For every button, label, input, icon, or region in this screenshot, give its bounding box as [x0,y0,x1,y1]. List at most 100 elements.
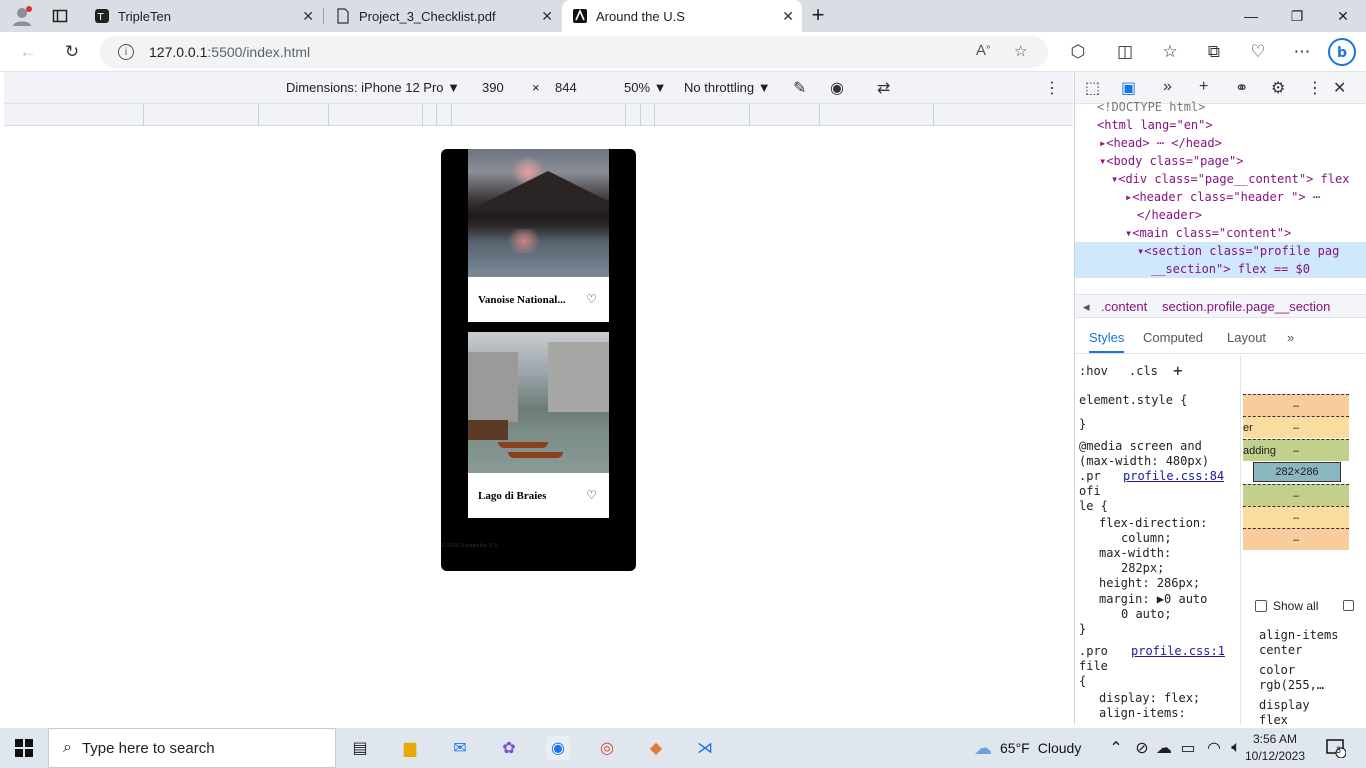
file-explorer-icon[interactable]: ▆ [398,736,422,760]
mail-icon[interactable]: ✉ [448,736,472,760]
breadcrumb-item[interactable]: section.profile.page__section [1162,299,1330,314]
card-photo-lago-di-braies[interactable] [468,332,609,473]
style-line[interactable]: height: 286px; [1099,576,1200,590]
copilot-tray-icon[interactable]: ⊘ [1130,736,1154,760]
breadcrumb-item[interactable]: .content [1101,299,1147,314]
connections-icon[interactable]: ⚭ [1235,78,1248,98]
read-aloud-icon[interactable]: A» [976,42,990,59]
more-options-icon[interactable]: ⋮ [1044,78,1060,98]
weather-widget[interactable]: ☁ 65°F Cloudy [974,728,1081,768]
box-padding-row[interactable]: – [1243,484,1349,506]
favorites-icon[interactable]: ☆ [1156,38,1184,66]
windows-start-icon[interactable] [12,736,36,760]
git-app-icon[interactable]: ◆ [644,736,668,760]
close-window-icon[interactable]: ✕ [1320,0,1366,32]
dom-line[interactable]: ▸<head> ⋯ </head> [1099,134,1222,152]
device-width-input[interactable]: 390 [482,80,504,95]
dom-line[interactable]: ▾<div class="page__content"> flex [1111,170,1349,188]
tab-project-checklist[interactable]: Project_3_Checklist.pdf ✕ [325,0,561,32]
show-all-checkbox[interactable] [1255,600,1267,612]
back-icon[interactable]: ← [14,38,42,66]
copilot-app-icon[interactable]: ✿ [497,736,521,760]
filter-hov-button[interactable]: :hov [1079,364,1108,378]
style-line[interactable]: align-items: [1099,706,1186,720]
dom-line[interactable]: ▸<header class="header "> ⋯ [1125,188,1320,206]
tab-tripleten[interactable]: T TripleTen ✕ [84,0,322,32]
computed-prop[interactable]: display [1259,698,1310,712]
box-border-row[interactable]: – [1243,506,1349,528]
style-line[interactable]: max-width: [1099,546,1171,560]
minimize-icon[interactable]: — [1228,0,1274,32]
dom-line[interactable]: <!DOCTYPE html> [1097,98,1205,116]
tab-layout[interactable]: Layout [1227,330,1266,345]
device-toggle-icon[interactable]: ▣ [1121,78,1136,98]
box-border-row[interactable]: er – [1243,416,1349,438]
dom-line[interactable]: ▾<main class="content"> [1125,224,1291,242]
eyedropper-icon[interactable]: ✎ [793,78,806,98]
clock[interactable]: 3:56 AM 10/12/2023 [1240,731,1310,765]
box-content[interactable]: 282×286 [1253,462,1341,482]
settings-gear-icon[interactable]: ⚙ [1271,78,1285,98]
add-tool-icon[interactable]: + [1199,78,1208,96]
rotate-icon[interactable]: ⇄ [877,78,890,98]
edge-icon[interactable]: ◉ [546,736,570,760]
restore-icon[interactable]: ❐ [1274,0,1320,32]
copilot-icon[interactable]: b [1328,38,1356,66]
new-tab-button[interactable]: + [806,2,830,27]
style-line[interactable]: margin: ▶0 auto [1099,592,1207,606]
task-view-icon[interactable]: ▤ [348,736,372,760]
zoom-select[interactable]: 50% ▼ [624,80,667,95]
favorite-star-icon[interactable]: ☆ [1014,42,1027,60]
more-tabs-icon[interactable]: » [1163,78,1172,96]
source-link[interactable]: profile.css:84 [1123,469,1224,483]
style-line[interactable]: column; [1121,531,1172,545]
tab-around-the-us[interactable]: Around the U.S ✕ [562,0,802,32]
dom-line-selected[interactable]: __section"> flex == $0 [1075,260,1366,278]
tab-styles[interactable]: Styles [1089,330,1125,353]
show-hidden-icons[interactable]: ⌃ [1104,736,1128,760]
profile-avatar-icon[interactable] [10,4,34,28]
group-checkbox[interactable] [1343,600,1354,611]
box-margin-row[interactable]: – [1243,528,1349,550]
collections-icon[interactable]: ⧉ [1200,38,1228,66]
computed-prop[interactable]: align-items [1259,628,1338,642]
browser-essentials-icon[interactable]: ♡ [1244,38,1272,66]
notification-icon[interactable]: 3 [1324,736,1348,760]
tab-computed[interactable]: Computed [1143,330,1203,345]
taskbar-search-box[interactable]: ⌕ Type here to search [48,728,336,768]
vscode-icon[interactable]: ⋊ [693,736,717,760]
dom-line[interactable]: ▾<body class="page"> [1099,152,1244,170]
dom-line[interactable]: <html lang="en"> [1097,116,1213,134]
dom-line-selected[interactable]: ▾<section class="profile pag [1075,242,1366,260]
close-tab-icon[interactable]: ✕ [782,8,794,25]
tab-actions-icon[interactable] [48,4,72,28]
close-devtools-icon[interactable]: ✕ [1333,78,1346,98]
style-line[interactable]: flex-direction: [1099,516,1207,530]
chrome-icon[interactable]: ◎ [595,736,619,760]
elements-dom-tree[interactable]: <!DOCTYPE html> <html lang="en"> ▸<head>… [1075,100,1366,280]
dom-line[interactable]: </header> [1137,206,1202,224]
wifi-icon[interactable]: ◠ [1202,736,1226,760]
computed-prop[interactable]: color [1259,663,1295,677]
split-screen-icon[interactable]: ◫ [1111,38,1139,66]
box-padding-row[interactable]: adding – [1243,439,1349,461]
style-line[interactable]: display: flex; [1099,691,1200,705]
close-tab-icon[interactable]: ✕ [541,8,553,25]
devtools-more-icon[interactable]: ⋮ [1307,78,1323,98]
filter-cls-button[interactable]: .cls [1129,364,1158,378]
card-photo-vanoise[interactable] [468,149,609,277]
device-height-input[interactable]: 844 [555,80,577,95]
address-bar[interactable]: i 127.0.0.1:5500/index.html A» ☆ [100,36,1048,68]
like-heart-icon[interactable]: ♡ [586,292,597,307]
like-heart-icon[interactable]: ♡ [586,488,597,503]
close-tab-icon[interactable]: ✕ [302,8,314,25]
onedrive-icon[interactable]: ☁ [1152,736,1176,760]
style-line[interactable]: 282px; [1121,561,1164,575]
source-link[interactable]: profile.css:1 [1131,644,1225,658]
box-margin-row[interactable]: – [1243,394,1349,416]
media-query-ruler[interactable] [4,104,1073,126]
device-dimensions-select[interactable]: Dimensions: iPhone 12 Pro ▼ [286,80,460,95]
breadcrumb-left-icon[interactable]: ◂ [1083,299,1090,315]
throttling-select[interactable]: No throttling ▼ [684,80,771,95]
reload-icon[interactable]: ↻ [58,38,86,66]
